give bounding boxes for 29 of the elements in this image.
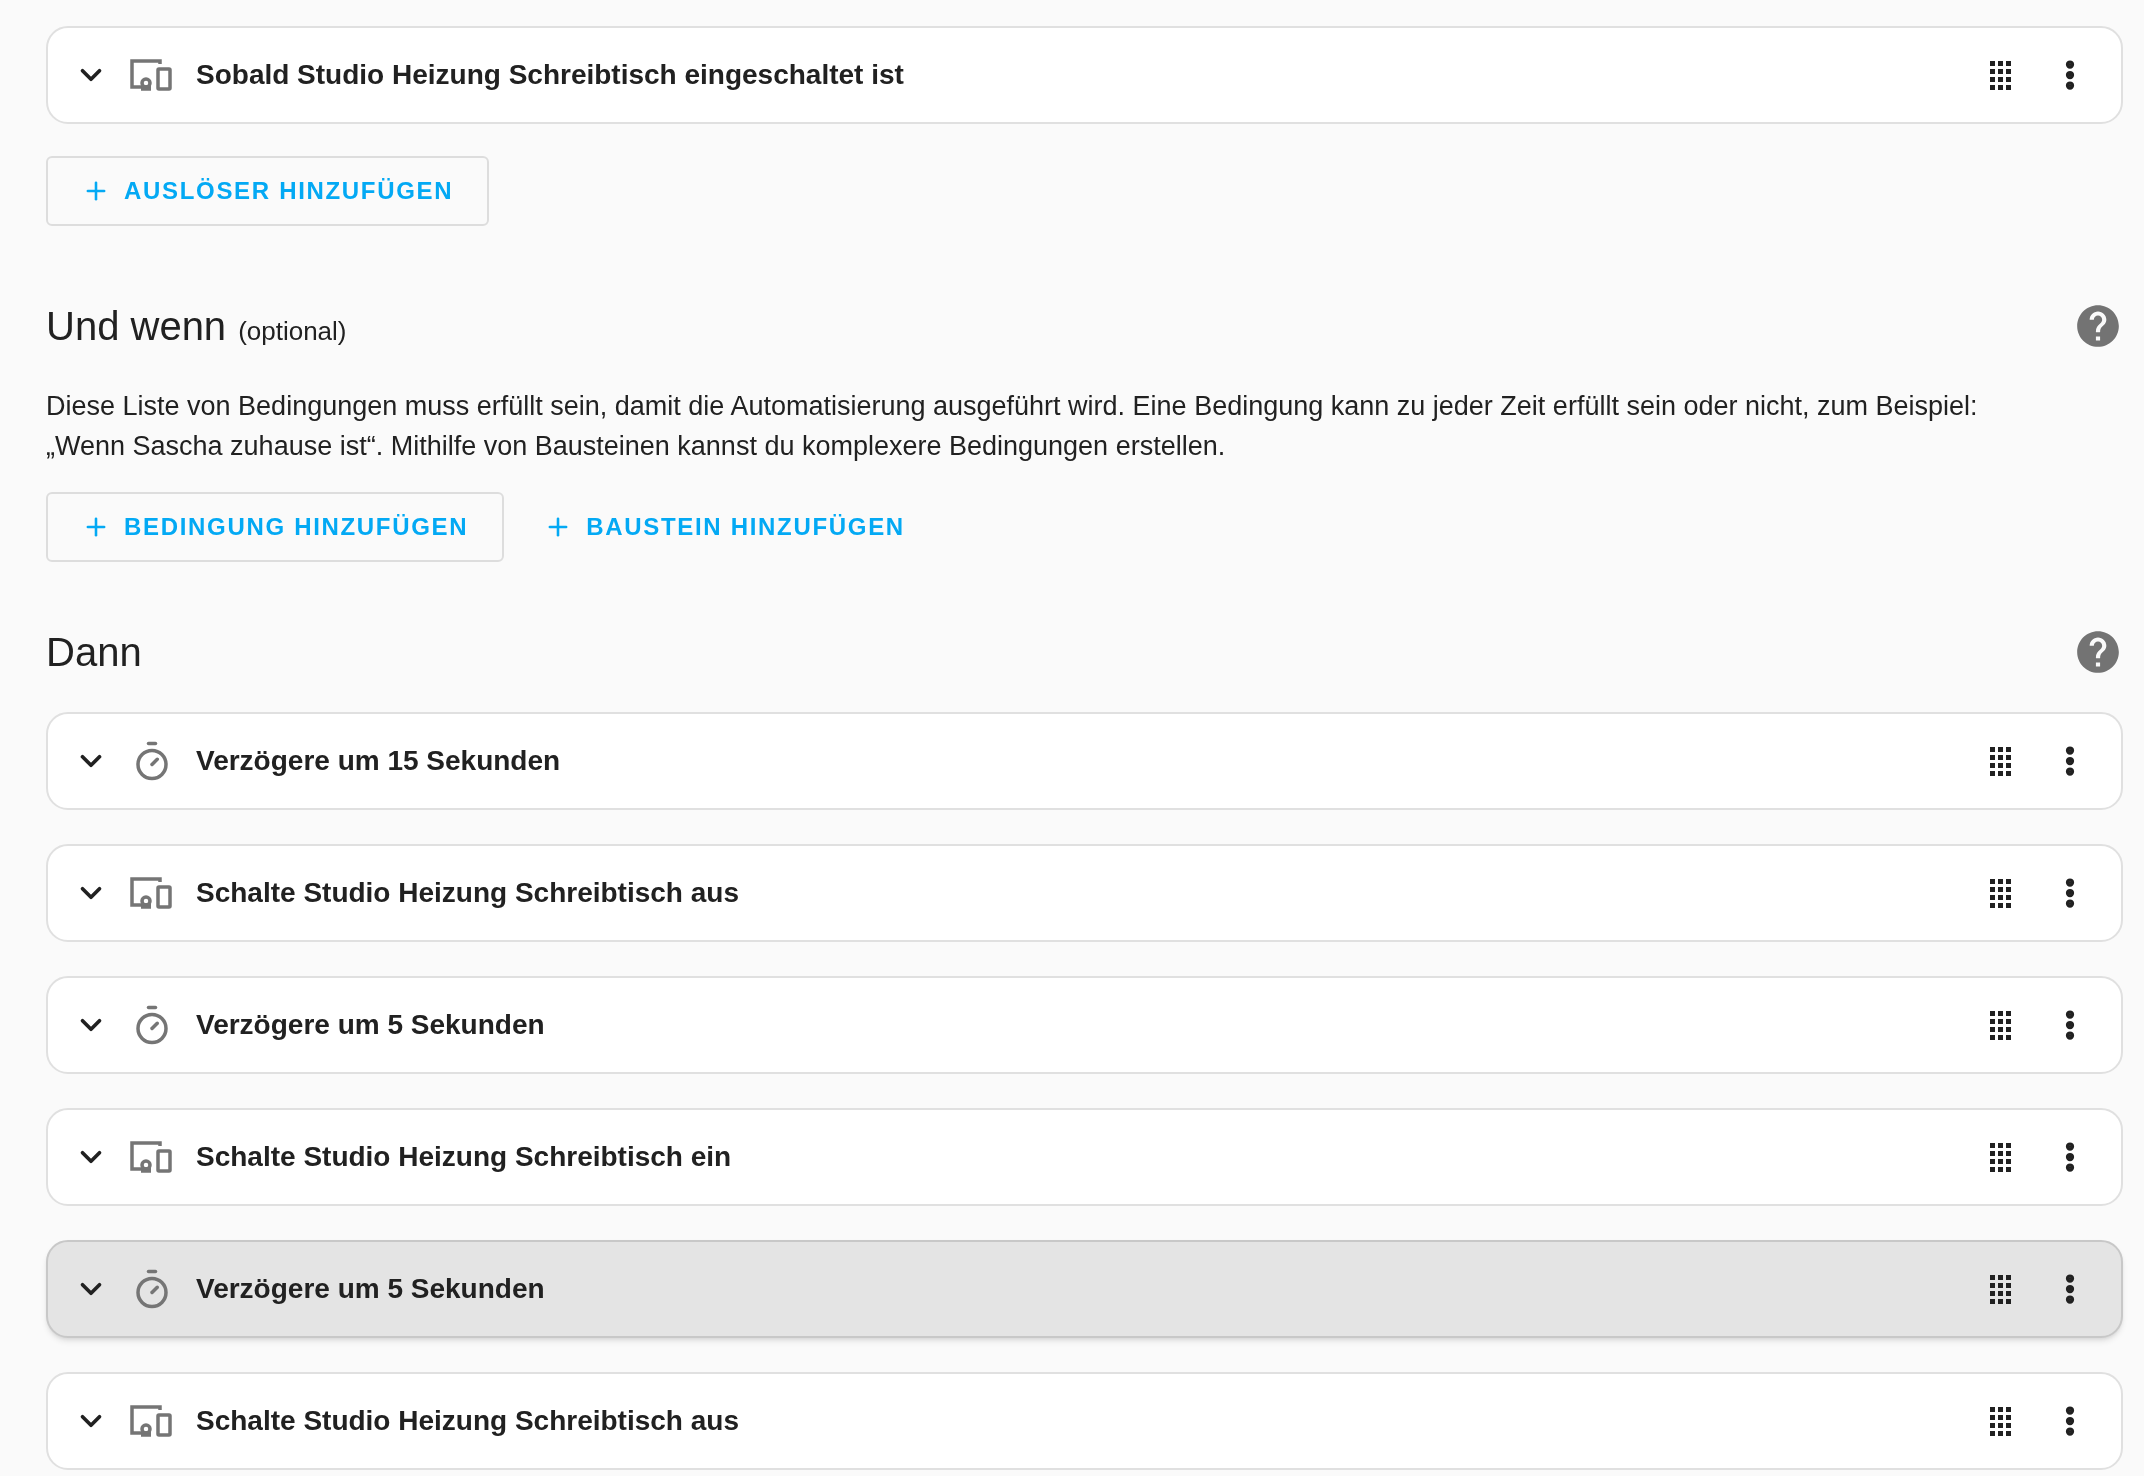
automation-card[interactable]: Verzögere um 5 Sekunden xyxy=(46,1240,2123,1338)
devices-icon xyxy=(129,875,175,911)
drag-handle-icon[interactable] xyxy=(1989,746,2011,776)
drag-handle-icon[interactable] xyxy=(1989,1010,2011,1040)
card-title: Verzögere um 15 Sekunden xyxy=(196,744,562,778)
drag-handle-icon[interactable] xyxy=(1989,1406,2011,1436)
section-subtitle: (optional) xyxy=(238,315,347,348)
automation-card[interactable]: Schalte Studio Heizung Schreibtisch aus xyxy=(46,844,2123,942)
card-title: Schalte Studio Heizung Schreibtisch aus xyxy=(196,1404,740,1438)
devices-icon xyxy=(129,1139,175,1175)
devices-icon xyxy=(129,57,175,93)
devices-icon xyxy=(129,1403,175,1439)
automation-card[interactable]: Sobald Studio Heizung Schreibtisch eingeschaltet ist xyxy=(46,26,2123,124)
automation-card[interactable]: Verzögere um 15 Sekunden xyxy=(46,712,2123,810)
drag-handle-icon[interactable] xyxy=(1989,60,2011,90)
section-title: Dann xyxy=(46,629,142,676)
automation-card[interactable]: Schalte Studio Heizung Schreibtisch ein xyxy=(46,1108,2123,1206)
drag-handle-icon[interactable] xyxy=(1989,1274,2011,1304)
automation-card[interactable]: Schalte Studio Heizung Schreibtisch aus xyxy=(46,1372,2123,1470)
drag-handle-icon[interactable] xyxy=(1989,1142,2011,1172)
card-title: Schalte Studio Heizung Schreibtisch ein xyxy=(196,1140,733,1174)
section-description: Diese Liste von Bedingungen muss erfüllt sein, damit die Automatisierung ausgeführt wird. Eine Bedingung kann zu jeder Zeit erfüllt sein oder nicht, zum Beispiel: „Wenn Sascha zuhause ist“. Mithilfe von Bausteinen kannst du komplexere Bedingungen erstellen. xyxy=(46,390,1979,463)
card-title: Sobald Studio Heizung Schreibtisch eingeschaltet ist xyxy=(196,58,905,92)
card-title: Schalte Studio Heizung Schreibtisch aus xyxy=(196,876,740,910)
section-title: Und wenn xyxy=(46,303,227,350)
card-title: Verzögere um 5 Sekunden xyxy=(196,1272,546,1306)
automation-card[interactable]: Verzögere um 5 Sekunden xyxy=(46,976,2123,1074)
card-title: Verzögere um 5 Sekunden xyxy=(196,1008,546,1042)
drag-handle-icon[interactable] xyxy=(1989,878,2011,908)
